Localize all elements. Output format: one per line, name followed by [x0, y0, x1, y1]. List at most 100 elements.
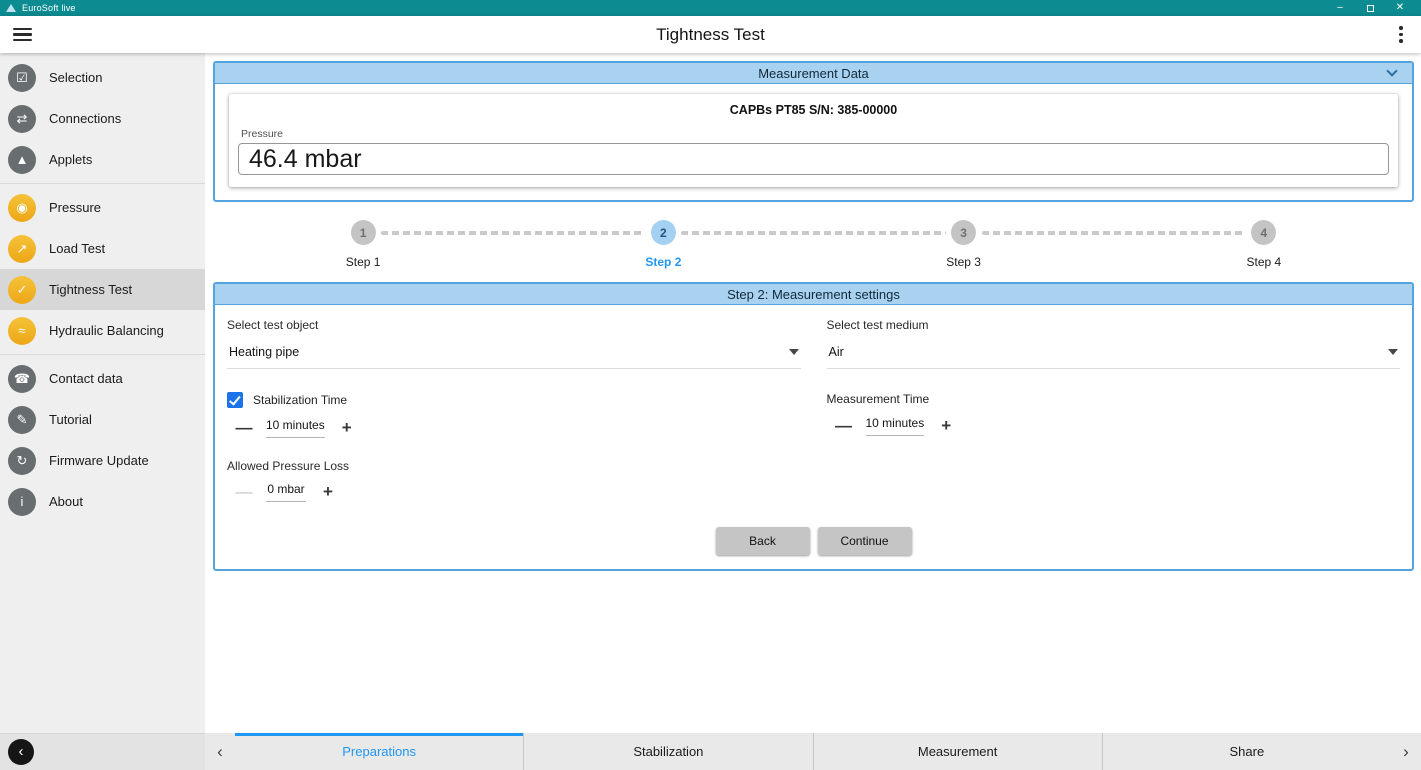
tightness-test-icon: ✓ [8, 276, 36, 304]
dropdown-caret-icon [1388, 349, 1398, 355]
kebab-dot [1399, 33, 1403, 37]
sidebar-item-label: Applets [49, 152, 92, 167]
minimize-icon[interactable]: – [1325, 0, 1355, 16]
sidebar-item-label: Pressure [49, 200, 101, 215]
stabilization-time-checkbox[interactable] [227, 392, 243, 408]
stabilization-time-group: Stabilization Time — 10 minutes + [227, 392, 801, 438]
sidebar-item-contact-data[interactable]: ☎ Contact data [0, 358, 205, 399]
tab-measurement[interactable]: Measurement [813, 733, 1102, 770]
step-4-circle: 4 [1251, 220, 1276, 245]
sidebar-item-firmware-update[interactable]: ↻ Firmware Update [0, 440, 205, 481]
step-2-circle: 2 [651, 220, 676, 245]
measurement-time-value: 10 minutes [866, 416, 925, 436]
app-logo-icon [6, 4, 16, 12]
window-controls: – ✕ [1325, 0, 1415, 16]
selection-icon: ☑ [8, 64, 36, 92]
stabilization-time-label: Stabilization Time [253, 393, 347, 407]
test-medium-select[interactable]: Air [827, 345, 1401, 369]
app-header: Tightness Test [0, 16, 1421, 53]
sidebar: ☑ Selection ⇄ Connections ▲ Applets ◉ Pr… [0, 53, 205, 770]
test-medium-value: Air [829, 345, 844, 359]
maximize-icon[interactable] [1355, 0, 1385, 16]
step-2-label: Step 2 [645, 255, 681, 269]
device-card: CAPBs PT85 S/N: 385-00000 Pressure 46.4 … [229, 94, 1398, 187]
test-object-group: Select test object Heating pipe [227, 318, 801, 369]
sidebar-item-tightness-test[interactable]: ✓ Tightness Test [0, 269, 205, 310]
main-content: Measurement Data CAPBs PT85 S/N: 385-000… [205, 53, 1421, 770]
tab-share[interactable]: Share [1102, 733, 1391, 770]
step-3[interactable]: 3 Step 3 [814, 220, 1114, 269]
hamburger-bar [13, 33, 32, 36]
sidebar-item-about[interactable]: i About [0, 481, 205, 522]
sidebar-item-label: Firmware Update [49, 453, 149, 468]
sidebar-item-label: Tutorial [49, 412, 92, 427]
step-2[interactable]: 2 Step 2 [513, 220, 813, 269]
sidebar-collapse-button[interactable]: ‹ [8, 739, 34, 765]
dropdown-caret-icon [789, 349, 799, 355]
measurement-data-panel: Measurement Data CAPBs PT85 S/N: 385-000… [213, 61, 1414, 202]
sidebar-item-pressure[interactable]: ◉ Pressure [0, 187, 205, 228]
pressure-loss-value: 0 mbar [266, 482, 306, 502]
stabilization-minus-button[interactable]: — [235, 421, 253, 435]
hamburger-bar [13, 28, 32, 31]
chevron-down-icon[interactable] [1386, 65, 1397, 76]
contact-data-icon: ☎ [8, 365, 36, 393]
sidebar-item-tutorial[interactable]: ✎ Tutorial [0, 399, 205, 440]
step-4[interactable]: 4 Step 4 [1114, 220, 1414, 269]
sidebar-item-applets[interactable]: ▲ Applets [0, 139, 205, 180]
os-titlebar: EuroSoft live – ✕ [0, 0, 1421, 16]
sidebar-item-label: Connections [49, 111, 121, 126]
close-icon[interactable]: ✕ [1385, 0, 1415, 16]
stabilization-plus-button[interactable]: + [338, 421, 356, 435]
bottom-tab-bar: ‹ Preparations Stabilization Measurement… [205, 733, 1421, 770]
kebab-dot [1399, 39, 1403, 43]
test-medium-label: Select test medium [827, 318, 1401, 332]
tabs-scroll-right-icon[interactable]: › [1391, 733, 1421, 770]
sidebar-item-load-test[interactable]: ↗ Load Test [0, 228, 205, 269]
pressure-label: Pressure [241, 128, 1389, 140]
hamburger-menu-icon[interactable] [0, 16, 44, 53]
test-medium-group: Select test medium Air [827, 318, 1401, 369]
measurement-data-header[interactable]: Measurement Data [215, 63, 1412, 84]
device-serial: CAPBs PT85 S/N: 385-00000 [238, 103, 1389, 117]
sidebar-item-label: About [49, 494, 83, 509]
step-1-label: Step 1 [346, 255, 381, 269]
measurement-data-title: Measurement Data [758, 66, 869, 81]
test-object-select[interactable]: Heating pipe [227, 345, 801, 369]
pressure-loss-plus-button[interactable]: + [319, 485, 337, 499]
step-4-label: Step 4 [1247, 255, 1282, 269]
page-title: Tightness Test [0, 25, 1421, 45]
sidebar-divider [0, 183, 205, 184]
stabilization-time-value: 10 minutes [266, 418, 325, 438]
pressure-value: 46.4 mbar [249, 145, 362, 174]
pressure-loss-label: Allowed Pressure Loss [227, 459, 1400, 473]
tab-stabilization[interactable]: Stabilization [523, 733, 812, 770]
tab-preparations[interactable]: Preparations [235, 733, 523, 770]
step2-settings-header: Step 2: Measurement settings [215, 284, 1412, 305]
measurement-time-group: Measurement Time — 10 minutes + [827, 392, 1401, 438]
sidebar-item-selection[interactable]: ☑ Selection [0, 57, 205, 98]
app-name: EuroSoft live [22, 3, 76, 13]
measurement-time-plus-button[interactable]: + [937, 419, 955, 433]
sidebar-footer: ‹ [0, 733, 205, 770]
step2-settings-title: Step 2: Measurement settings [727, 287, 900, 302]
step-3-label: Step 3 [946, 255, 981, 269]
back-button[interactable]: Back [716, 527, 810, 555]
sidebar-item-label: Selection [49, 70, 102, 85]
step-1[interactable]: 1 Step 1 [213, 220, 513, 269]
test-object-label: Select test object [227, 318, 801, 332]
tabs-scroll-left-icon[interactable]: ‹ [205, 733, 235, 770]
more-options-icon[interactable] [1381, 16, 1421, 53]
pressure-loss-minus-button[interactable]: — [235, 485, 253, 499]
sidebar-item-hydraulic-balancing[interactable]: ≈ Hydraulic Balancing [0, 310, 205, 351]
continue-button[interactable]: Continue [818, 527, 912, 555]
chevron-left-icon: ‹ [19, 743, 24, 760]
tutorial-icon: ✎ [8, 406, 36, 434]
measurement-time-minus-button[interactable]: — [835, 419, 853, 433]
pressure-field[interactable]: 46.4 mbar [238, 143, 1389, 175]
sidebar-divider [0, 354, 205, 355]
wizard-stepper: 1 Step 1 2 Step 2 3 Step 3 4 [213, 220, 1414, 269]
sidebar-item-connections[interactable]: ⇄ Connections [0, 98, 205, 139]
test-object-value: Heating pipe [229, 345, 299, 359]
hamburger-bar [13, 39, 32, 42]
